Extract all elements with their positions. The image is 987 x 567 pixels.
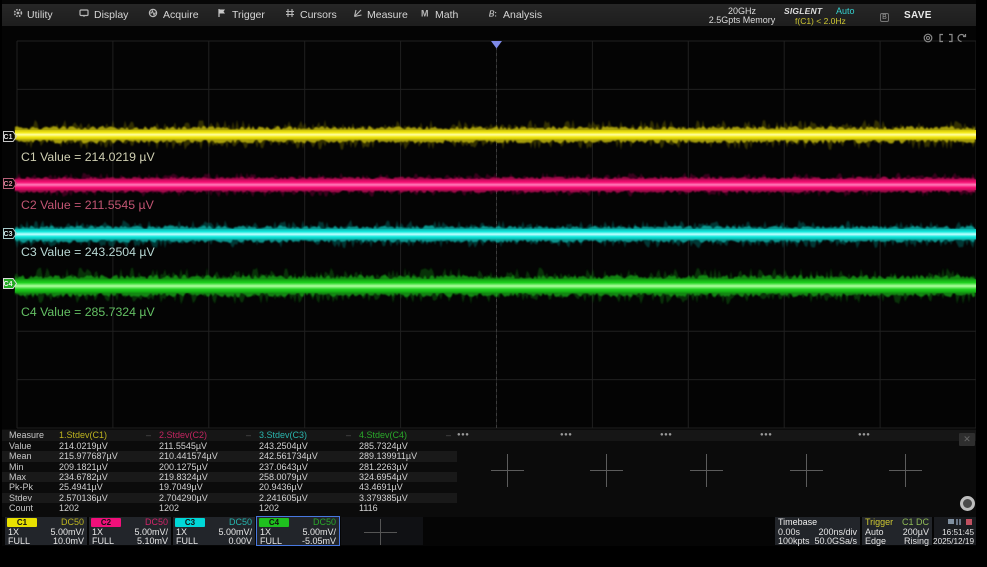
svg-text:M: M (421, 9, 429, 19)
svg-text:𝐵:: 𝐵: (489, 10, 497, 19)
svg-text:C2: C2 (4, 181, 13, 188)
svg-text:C3: C3 (4, 231, 13, 238)
svg-text:C1: C1 (4, 134, 13, 141)
svg-text:C4: C4 (4, 281, 13, 288)
